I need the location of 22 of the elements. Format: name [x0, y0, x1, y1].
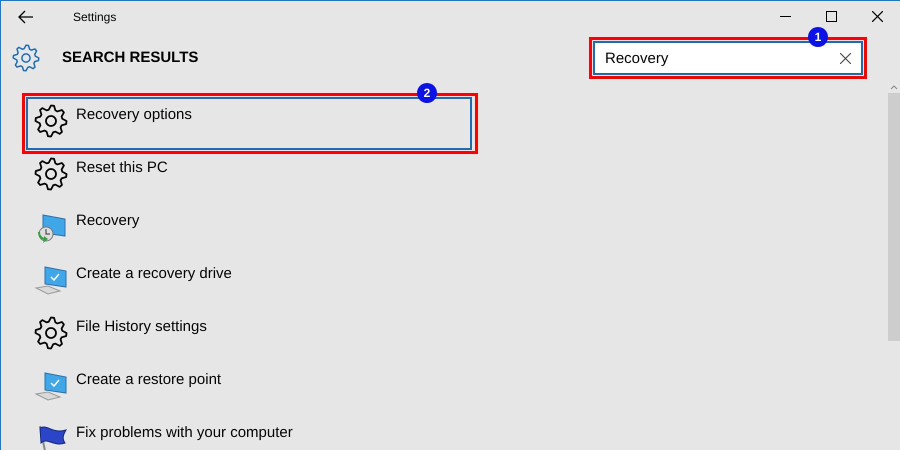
step-number-badge: 1	[808, 27, 828, 48]
window-title: Settings	[73, 8, 116, 26]
gear-icon	[34, 316, 68, 350]
search-result-item[interactable]: File History settings	[26, 309, 472, 362]
search-result-item[interactable]: Recovery	[26, 203, 472, 256]
close-icon	[872, 11, 882, 22]
close-icon	[840, 52, 851, 64]
search-result-item[interactable]: Reset this PC	[26, 150, 472, 204]
maximize-icon	[826, 11, 836, 22]
page-heading: SEARCH RESULTS	[62, 48, 198, 68]
scrollbar-thumb[interactable]	[888, 93, 900, 342]
search-result-item[interactable]: Recovery options	[26, 97, 472, 150]
step-number-badge: 2	[417, 83, 437, 104]
gear-icon	[34, 104, 68, 138]
gear-icon	[34, 157, 68, 192]
minimize-icon	[780, 16, 790, 18]
back-arrow-icon	[18, 10, 34, 24]
search-result-item[interactable]: Fix problems with your computer	[26, 415, 472, 450]
search-field[interactable]: Recovery	[593, 41, 863, 76]
search-result-item[interactable]: Create a restore point	[26, 362, 472, 416]
settings-icon	[12, 44, 40, 72]
search-result-item[interactable]: Create a recovery drive	[26, 256, 472, 310]
